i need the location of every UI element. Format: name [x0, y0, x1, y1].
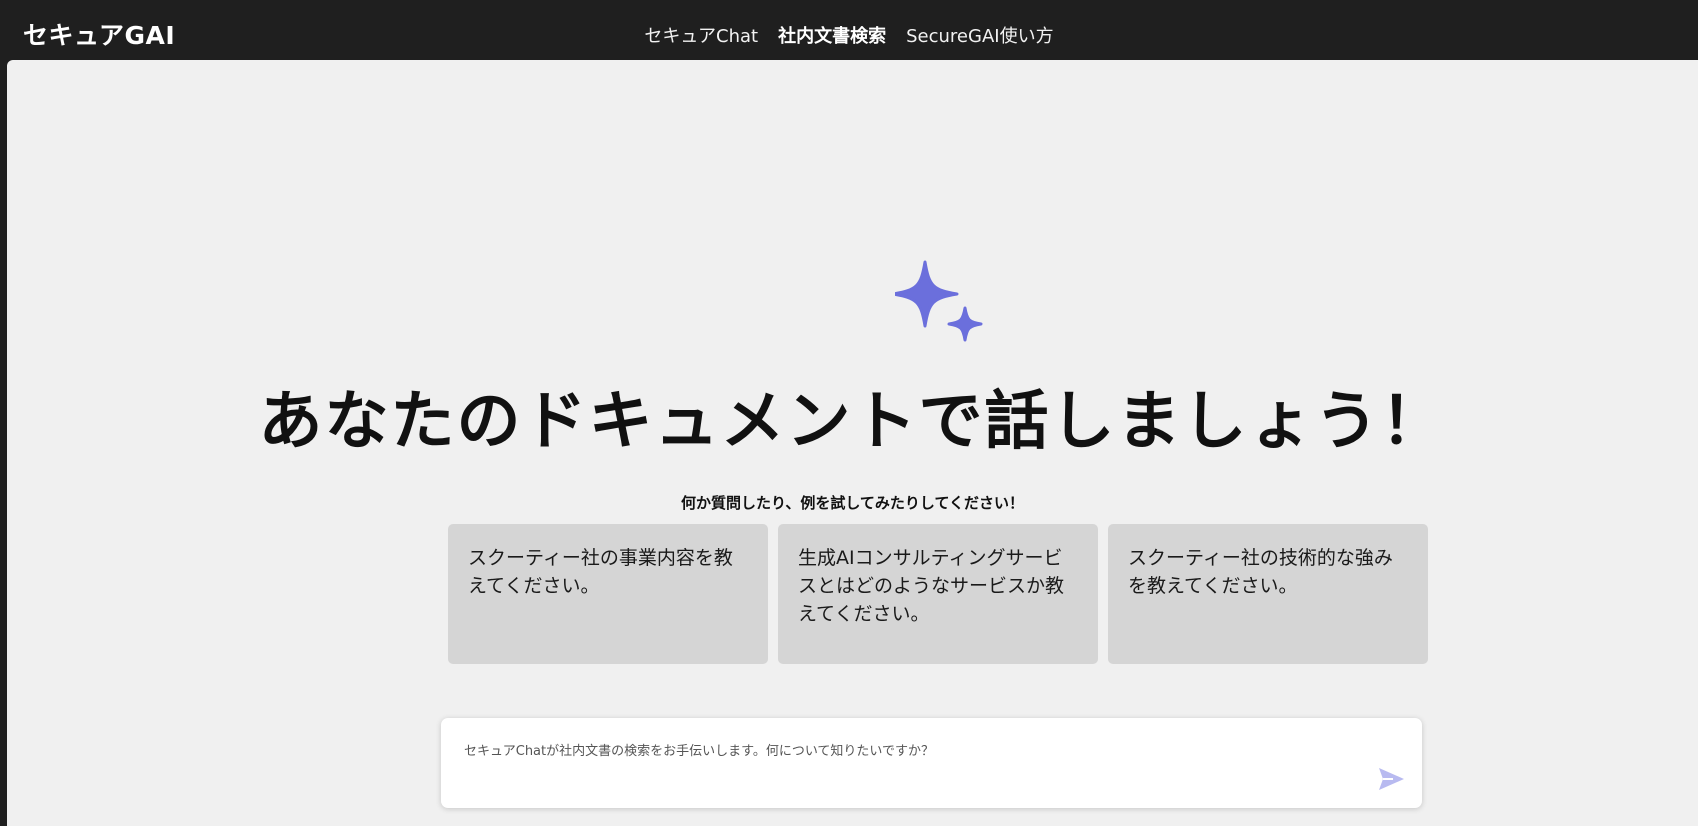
main-nav: セキュアChat 社内文書検索 SecureGAI使い方 — [0, 22, 1698, 48]
nav-item-how-to-use[interactable]: SecureGAI使い方 — [906, 22, 1053, 48]
example-questions: スクーティー社の事業内容を教えてください。 生成AIコンサルティングサービスとは… — [448, 524, 1428, 664]
main-panel: あなたのドキュメントで話しましょう！ 何か質問したり、例を試してみたりしてくださ… — [7, 60, 1698, 826]
chat-input-box — [441, 718, 1422, 808]
send-button[interactable] — [1376, 764, 1406, 794]
nav-item-document-search[interactable]: 社内文書検索 — [778, 22, 886, 48]
example-question-card[interactable]: 生成AIコンサルティングサービスとはどのようなサービスか教えてください。 — [778, 524, 1098, 664]
top-bar: セキュアGAI セキュアChat 社内文書検索 SecureGAI使い方 — [0, 0, 1698, 60]
send-icon — [1379, 768, 1404, 790]
example-question-card[interactable]: スクーティー社の技術的な強みを教えてください。 — [1108, 524, 1428, 664]
chat-input[interactable] — [441, 718, 1422, 808]
nav-item-secure-chat[interactable]: セキュアChat — [644, 22, 758, 48]
sparkle-icon — [895, 260, 983, 342]
example-question-card[interactable]: スクーティー社の事業内容を教えてください。 — [448, 524, 768, 664]
example-prompt-hint: 何か質問したり、例を試してみたりしてください！ — [680, 494, 1025, 512]
page-headline: あなたのドキュメントで話しましょう！ — [258, 385, 1447, 459]
